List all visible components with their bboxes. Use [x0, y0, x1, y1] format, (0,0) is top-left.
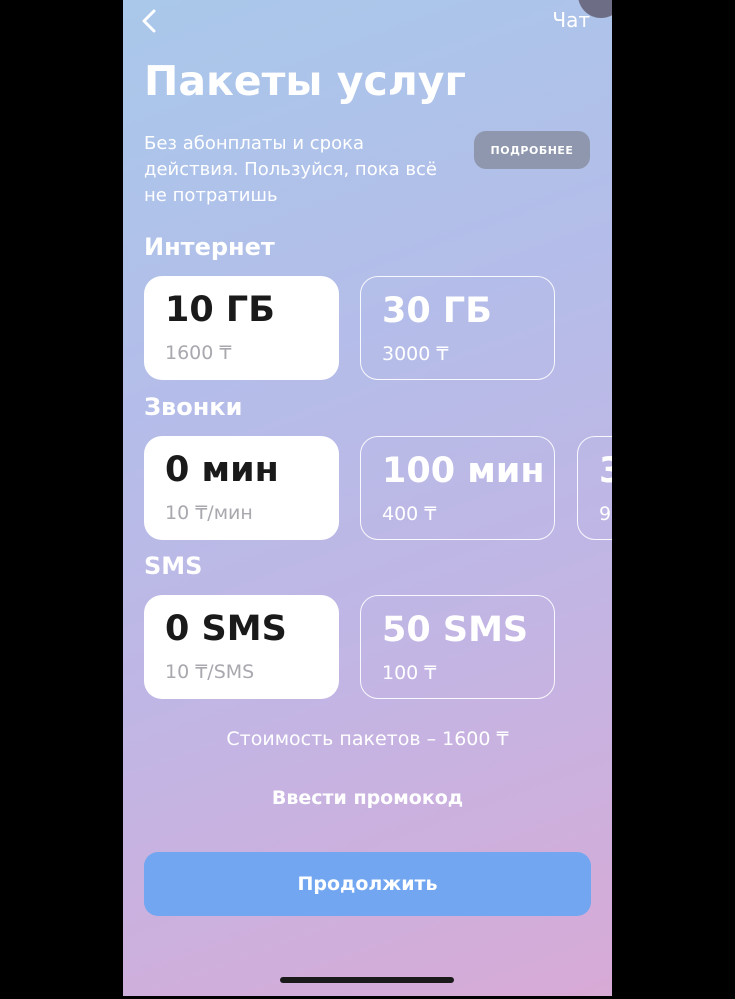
- home-indicator[interactable]: [280, 977, 454, 983]
- calls-option-0min[interactable]: 0 мин 10 ₸/мин: [144, 436, 339, 540]
- calls-option-100min[interactable]: 100 мин 400 ₸: [360, 436, 555, 540]
- back-button[interactable]: [135, 6, 165, 36]
- continue-button[interactable]: Продолжить: [144, 852, 591, 916]
- sms-option-0[interactable]: 0 SMS 10 ₸/SMS: [144, 595, 339, 699]
- sms-option-50[interactable]: 50 SMS 100 ₸: [360, 595, 555, 699]
- option-price: 1600 ₸: [165, 342, 232, 364]
- option-price: 10 ₸/мин: [165, 502, 253, 524]
- calls-option-partial[interactable]: 3 9: [577, 436, 612, 540]
- total-cost: Стоимость пакетов – 1600 ₸: [226, 728, 509, 750]
- section-title-calls: Звонки: [144, 393, 243, 421]
- option-amount: 100 мин: [382, 451, 545, 491]
- option-price: 9: [599, 503, 612, 525]
- option-price: 400 ₸: [382, 503, 437, 525]
- description: Без абонплаты и срока действия. Пользуйс…: [144, 133, 437, 206]
- option-amount: 30 ГБ: [382, 291, 492, 331]
- sms-options: 0 SMS 10 ₸/SMS 50 SMS 100 ₸: [144, 595, 612, 699]
- option-price: 10 ₸/SMS: [165, 661, 255, 683]
- option-price: 100 ₸: [382, 662, 437, 684]
- chat-button[interactable]: Чат: [552, 8, 590, 32]
- option-amount: 10 ГБ: [165, 290, 275, 330]
- chevron-left-icon: [142, 9, 156, 33]
- internet-option-30gb[interactable]: 30 ГБ 3000 ₸: [360, 276, 555, 380]
- section-title-sms: SMS: [144, 552, 203, 580]
- section-title-internet: Интернет: [144, 233, 275, 261]
- page-title: Пакеты услуг: [144, 57, 466, 105]
- screen: Чат Пакеты услуг Без абонплаты и срока д…: [123, 0, 612, 996]
- option-amount: 0 SMS: [165, 609, 287, 649]
- option-amount: 50 SMS: [382, 610, 529, 650]
- option-amount: 3: [599, 451, 612, 491]
- option-price: 3000 ₸: [382, 343, 449, 365]
- calls-options: 0 мин 10 ₸/мин 100 мин 400 ₸ 3 9: [144, 436, 612, 540]
- promo-code-link[interactable]: Ввести промокод: [123, 787, 612, 809]
- internet-option-10gb[interactable]: 10 ГБ 1600 ₸: [144, 276, 339, 380]
- more-button[interactable]: ПОДРОБНЕЕ: [474, 131, 590, 169]
- option-amount: 0 мин: [165, 450, 279, 490]
- internet-options: 10 ГБ 1600 ₸ 30 ГБ 3000 ₸: [144, 276, 612, 380]
